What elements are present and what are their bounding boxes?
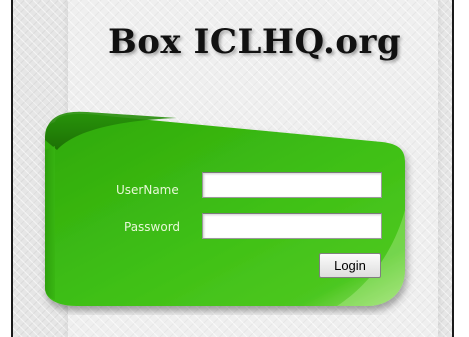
login-button[interactable]: Login — [319, 253, 381, 278]
password-label: Password — [124, 220, 181, 234]
page-title: Box ICLHQ.org — [108, 22, 402, 62]
username-label: UserName — [116, 183, 179, 197]
password-input[interactable] — [202, 213, 382, 239]
username-input[interactable] — [202, 172, 382, 198]
